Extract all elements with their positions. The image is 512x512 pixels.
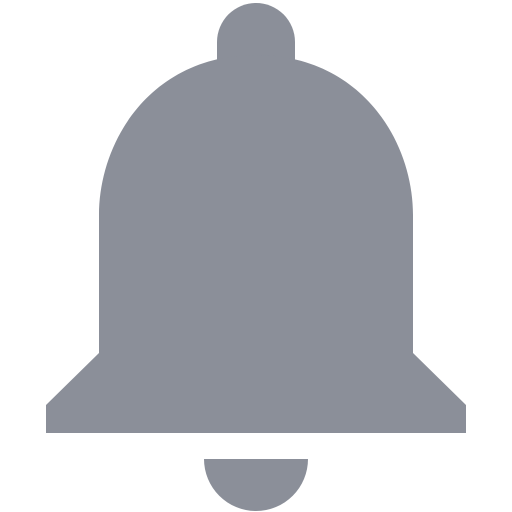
notification-bell xyxy=(0,0,512,512)
bell-clapper xyxy=(204,459,308,511)
bell-knob xyxy=(217,3,295,62)
bell-body xyxy=(46,55,466,433)
bell-icon xyxy=(46,3,466,511)
